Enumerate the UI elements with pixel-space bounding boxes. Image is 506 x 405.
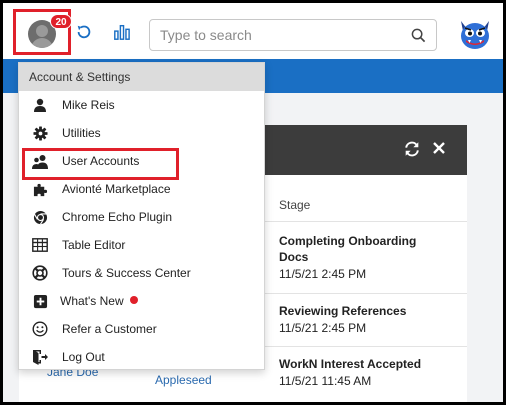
menu-item-label: What's New — [60, 294, 124, 308]
menu-item-table-editor[interactable]: Table Editor — [19, 231, 264, 259]
stage-date: 11/5/21 2:45 PM — [279, 321, 367, 335]
stage-cell: WorkN Interest Accepted 11/5/21 11:45 AM — [279, 356, 449, 389]
mascot-logo-icon[interactable] — [457, 15, 493, 51]
menu-item-label: Mike Reis — [62, 98, 115, 112]
stage-cell: Completing Onboarding Docs 11/5/21 2:45 … — [279, 233, 439, 282]
logout-icon — [32, 349, 48, 365]
menu-item-label: User Accounts — [62, 154, 140, 168]
top-bar: 20 — [3, 3, 503, 59]
menu-item-label: Chrome Echo Plugin — [62, 210, 173, 224]
menu-item-refer[interactable]: Refer a Customer — [19, 315, 264, 343]
user-icon — [32, 97, 48, 113]
menu-item-label: Tours & Success Center — [62, 266, 191, 280]
menu-item-label: Table Editor — [62, 238, 126, 252]
new-indicator-dot — [129, 296, 138, 304]
candidate-link[interactable]: Appleseed — [155, 373, 212, 387]
stage-date: 11/5/21 11:45 AM — [279, 374, 372, 388]
menu-item-chrome-plugin[interactable]: Chrome Echo Plugin — [19, 203, 264, 231]
search-icon[interactable] — [411, 28, 426, 43]
lifebuoy-icon — [32, 265, 48, 281]
column-header-stage[interactable]: Stage — [279, 198, 310, 212]
menu-header: Account & Settings — [19, 63, 264, 91]
bar-chart-icon[interactable] — [113, 23, 131, 41]
refresh-icon[interactable] — [75, 23, 93, 41]
stage-name: Reviewing References — [279, 304, 407, 318]
gear-icon — [32, 125, 48, 141]
search-box[interactable] — [149, 19, 437, 51]
stage-name: Completing Onboarding Docs — [279, 234, 417, 264]
menu-item-logout[interactable]: Log Out — [19, 343, 264, 371]
menu-item-label: Refer a Customer — [62, 322, 157, 336]
menu-item-marketplace[interactable]: Avionté Marketplace — [19, 175, 264, 203]
menu-item-label: Avionté Marketplace — [62, 182, 171, 196]
users-icon — [32, 153, 48, 169]
chrome-icon — [32, 209, 48, 225]
menu-item-whats-new[interactable]: What's New — [19, 287, 264, 315]
menu-item-user-accounts[interactable]: User Accounts — [19, 147, 264, 180]
puzzle-icon — [32, 181, 48, 197]
search-input[interactable] — [160, 25, 400, 45]
account-settings-menu: Account & Settings Mike Reis Utilities U… — [18, 62, 265, 370]
table-icon — [32, 237, 48, 253]
notification-badge: 20 — [50, 14, 72, 29]
stage-date: 11/5/21 2:45 PM — [279, 267, 367, 281]
menu-item-label: Utilities — [62, 126, 101, 140]
close-icon[interactable] — [431, 140, 447, 156]
smile-icon — [32, 321, 48, 337]
account-avatar-button[interactable]: 20 — [13, 9, 72, 55]
menu-item-tours[interactable]: Tours & Success Center — [19, 259, 264, 287]
menu-item-utilities[interactable]: Utilities — [19, 119, 264, 147]
stage-cell: Reviewing References 11/5/21 2:45 PM — [279, 303, 449, 336]
sync-icon[interactable] — [403, 140, 421, 158]
stage-name: WorkN Interest Accepted — [279, 357, 422, 371]
app-frame: 20 Type to search Stage Completing Onboa… — [0, 0, 506, 405]
plus-square-icon — [32, 293, 48, 309]
menu-item-label: Log Out — [62, 350, 105, 364]
menu-item-profile[interactable]: Mike Reis — [19, 91, 264, 119]
